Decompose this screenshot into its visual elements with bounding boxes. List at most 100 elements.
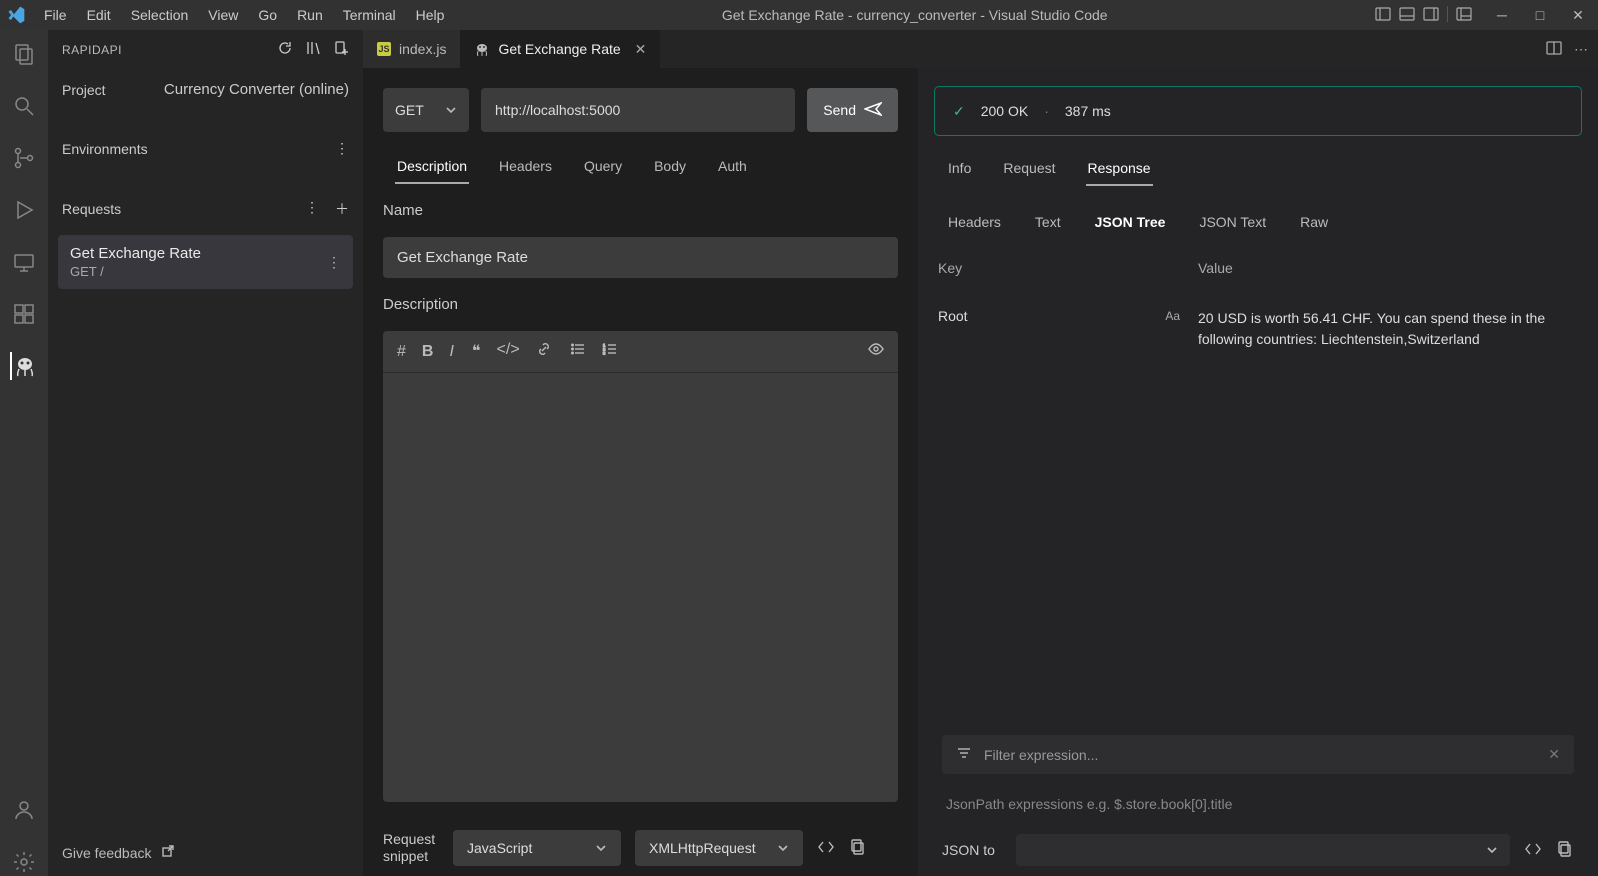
reqtab-description[interactable]: Description bbox=[395, 150, 469, 184]
snippet-language-select[interactable]: JavaScript bbox=[453, 830, 621, 866]
heading-icon[interactable]: # bbox=[397, 343, 406, 361]
tab-indexjs[interactable]: JS index.js bbox=[363, 30, 460, 68]
snippet-copy-icon[interactable] bbox=[849, 838, 867, 859]
menu-edit[interactable]: Edit bbox=[77, 3, 121, 27]
sidebar-header: RAPIDAPI bbox=[48, 30, 363, 69]
sidebar: RAPIDAPI Project Currency Converter (onl… bbox=[48, 30, 363, 876]
source-control-icon[interactable] bbox=[10, 144, 38, 172]
link-icon[interactable] bbox=[536, 341, 552, 362]
filter-expression-input[interactable]: Filter expression... ✕ bbox=[942, 735, 1574, 774]
ordered-list-icon[interactable]: 123 bbox=[602, 341, 618, 362]
extensions-icon[interactable] bbox=[10, 300, 38, 328]
tab-get-exchange-rate[interactable]: Get Exchange Rate ✕ bbox=[460, 30, 660, 68]
menu-view[interactable]: View bbox=[198, 3, 248, 27]
quote-icon[interactable]: ❝ bbox=[472, 341, 481, 362]
layout-customize-icon[interactable] bbox=[1456, 6, 1472, 25]
activity-bar bbox=[0, 30, 48, 876]
clear-filter-icon[interactable]: ✕ bbox=[1548, 746, 1560, 763]
separator bbox=[1447, 6, 1448, 22]
project-name[interactable]: Currency Converter (online) bbox=[138, 81, 349, 98]
reqtab-headers[interactable]: Headers bbox=[497, 150, 554, 184]
request-item-name: Get Exchange Rate bbox=[70, 245, 327, 262]
respview-jsontree[interactable]: JSON Tree bbox=[1093, 208, 1168, 236]
menu-terminal[interactable]: Terminal bbox=[333, 3, 406, 27]
resptab-request[interactable]: Request bbox=[1001, 152, 1057, 186]
accounts-icon[interactable] bbox=[10, 796, 38, 824]
layout-right-icon[interactable] bbox=[1423, 6, 1439, 25]
check-icon: ✓ bbox=[953, 103, 965, 120]
respview-raw[interactable]: Raw bbox=[1298, 208, 1330, 236]
resptab-response[interactable]: Response bbox=[1086, 152, 1153, 186]
library-icon[interactable] bbox=[305, 40, 321, 59]
respview-jsontext[interactable]: JSON Text bbox=[1197, 208, 1268, 236]
response-tabs: Info Request Response bbox=[934, 152, 1582, 186]
project-label: Project bbox=[62, 82, 138, 98]
tab-close-icon[interactable]: ✕ bbox=[629, 41, 647, 58]
key-column-header: Key bbox=[938, 260, 1198, 276]
layout-bottom-icon[interactable] bbox=[1399, 6, 1415, 25]
send-icon bbox=[864, 102, 882, 119]
snippet-library-select[interactable]: XMLHttpRequest bbox=[635, 830, 803, 866]
add-request-icon[interactable]: ＋ bbox=[335, 199, 349, 219]
reqtab-body[interactable]: Body bbox=[652, 150, 688, 184]
name-value: Get Exchange Rate bbox=[397, 249, 528, 266]
split-editor-icon[interactable] bbox=[1546, 40, 1562, 59]
search-icon[interactable] bbox=[10, 92, 38, 120]
italic-icon[interactable]: I bbox=[449, 343, 453, 361]
close-button[interactable]: ✕ bbox=[1564, 7, 1592, 24]
snippet-code-icon[interactable] bbox=[817, 838, 835, 859]
request-list-item[interactable]: Get Exchange Rate GET / ⋮ bbox=[58, 235, 353, 289]
respview-text[interactable]: Text bbox=[1033, 208, 1063, 236]
reqtab-query[interactable]: Query bbox=[582, 150, 624, 184]
menu-run[interactable]: Run bbox=[287, 3, 333, 27]
name-input[interactable]: Get Exchange Rate bbox=[383, 237, 898, 278]
json-to-select[interactable] bbox=[1016, 834, 1510, 866]
preview-icon[interactable] bbox=[868, 341, 884, 362]
code-icon[interactable]: </> bbox=[497, 341, 520, 362]
menu-file[interactable]: File bbox=[34, 3, 77, 27]
layout-left-icon[interactable] bbox=[1375, 6, 1391, 25]
json-key: Root bbox=[938, 308, 968, 324]
json-tree-row[interactable]: Root Aa 20 USD is worth 56.41 CHF. You c… bbox=[934, 300, 1582, 358]
explorer-icon[interactable] bbox=[10, 40, 38, 68]
url-input[interactable]: http://localhost:5000 bbox=[481, 88, 795, 132]
respview-headers[interactable]: Headers bbox=[946, 208, 1003, 236]
menubar: File Edit Selection View Go Run Terminal… bbox=[0, 0, 1598, 30]
give-feedback-link[interactable]: Give feedback bbox=[48, 833, 363, 876]
menu-help[interactable]: Help bbox=[406, 3, 455, 27]
minimize-button[interactable]: ─ bbox=[1488, 7, 1516, 23]
run-debug-icon[interactable] bbox=[10, 196, 38, 224]
json-type-badge: Aa bbox=[1165, 309, 1198, 323]
bullet-list-icon[interactable] bbox=[570, 341, 586, 362]
filter-icon bbox=[956, 745, 972, 764]
refresh-icon[interactable] bbox=[277, 40, 293, 59]
menu-selection[interactable]: Selection bbox=[121, 3, 199, 27]
reqtab-auth[interactable]: Auth bbox=[716, 150, 749, 184]
new-file-icon[interactable] bbox=[333, 40, 349, 59]
description-editor[interactable]: # B I ❝ </> 123 bbox=[383, 331, 898, 802]
remote-icon[interactable] bbox=[10, 248, 38, 276]
json-to-label: JSON to bbox=[942, 842, 1002, 859]
description-textarea[interactable] bbox=[383, 373, 898, 802]
more-actions-icon[interactable]: ⋯ bbox=[1574, 41, 1588, 58]
rapidapi-icon[interactable] bbox=[10, 352, 38, 380]
bold-icon[interactable]: B bbox=[422, 343, 434, 361]
request-item-more-icon[interactable]: ⋮ bbox=[327, 254, 341, 271]
json-to-copy-icon[interactable] bbox=[1556, 840, 1574, 861]
response-panel: ✓ 200 OK · 387 ms Info Request Response … bbox=[918, 68, 1598, 876]
http-method-select[interactable]: GET bbox=[383, 88, 469, 132]
requests-more-icon[interactable]: ⋮ bbox=[305, 199, 319, 219]
settings-gear-icon[interactable] bbox=[10, 848, 38, 876]
send-button[interactable]: Send bbox=[807, 88, 898, 132]
json-tree-header: Key Value bbox=[934, 252, 1582, 284]
menu-go[interactable]: Go bbox=[248, 3, 287, 27]
json-to-code-icon[interactable] bbox=[1524, 840, 1542, 861]
resptab-info[interactable]: Info bbox=[946, 152, 973, 186]
tab-label: Get Exchange Rate bbox=[498, 41, 620, 57]
environments-more-icon[interactable]: ⋮ bbox=[335, 140, 349, 157]
status-code: 200 OK bbox=[981, 103, 1028, 119]
url-value: http://localhost:5000 bbox=[495, 102, 620, 118]
json-to-row: JSON to bbox=[942, 834, 1574, 866]
requests-label: Requests bbox=[62, 201, 305, 217]
maximize-button[interactable]: □ bbox=[1526, 7, 1554, 23]
